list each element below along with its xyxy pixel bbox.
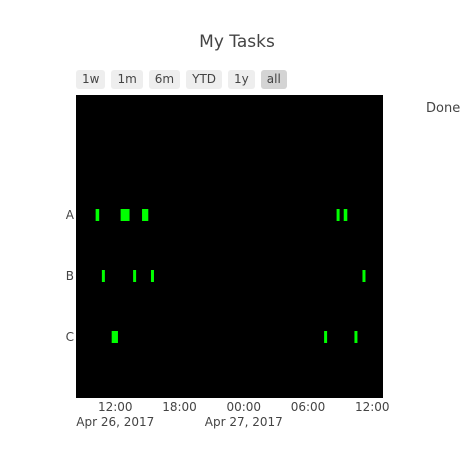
y-tick-label: C [66, 330, 74, 344]
task-bar[interactable] [336, 209, 340, 221]
task-bar[interactable] [324, 331, 328, 343]
gantt-plot: ABC 12:00Apr 26, 201718:00 00:00Apr 27, 2… [66, 95, 390, 429]
y-tick-label: A [66, 208, 75, 222]
task-bar[interactable] [343, 209, 348, 221]
x-tick-label: 00:00 [226, 400, 261, 414]
task-bar[interactable] [133, 270, 137, 282]
y-tick-label: B [66, 269, 74, 283]
task-bar[interactable] [111, 331, 118, 343]
task-bar[interactable] [120, 209, 130, 221]
task-bar[interactable] [150, 270, 154, 282]
task-bar[interactable] [95, 209, 100, 221]
task-bar[interactable] [354, 331, 358, 343]
task-bar[interactable] [142, 209, 149, 221]
plot-area[interactable] [76, 95, 383, 398]
x-tick-label: 06:00 [291, 400, 326, 414]
x-tick-date-label: Apr 26, 2017 [76, 415, 154, 429]
task-bar[interactable] [101, 270, 105, 282]
x-tick-label: 12:00 [98, 400, 133, 414]
x-tick-label: 12:00 [355, 400, 390, 414]
x-tick-date-label: Apr 27, 2017 [205, 415, 283, 429]
x-tick-label: 18:00 [162, 400, 197, 414]
task-bar[interactable] [362, 270, 366, 282]
